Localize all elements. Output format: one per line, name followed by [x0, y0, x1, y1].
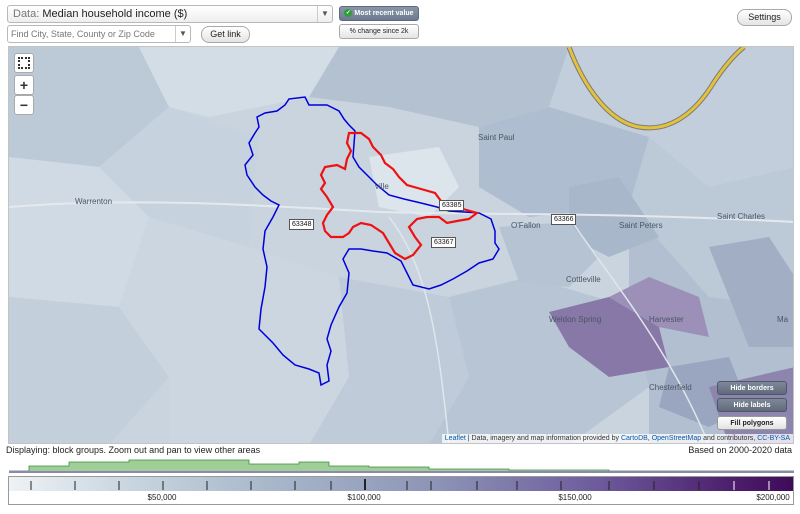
place-label: Ma: [777, 315, 789, 324]
chevron-down-icon[interactable]: ▼: [175, 26, 190, 42]
place-label: ville: [375, 182, 389, 191]
cartodb-link[interactable]: CartoDB: [621, 435, 648, 442]
hide-labels-button[interactable]: Hide labels: [717, 398, 787, 412]
place-label: Chesterfield: [649, 383, 692, 392]
zoom-in-button[interactable]: +: [14, 75, 34, 95]
legend-ticks: [30, 479, 770, 490]
color-legend[interactable]: $50,000 $100,000 $150,000 $200,000: [8, 476, 794, 505]
place-label: Saint Charles: [717, 212, 766, 221]
place-label: Weldon Spring: [549, 315, 602, 324]
legend-label: $50,000: [147, 493, 177, 502]
license-link[interactable]: CC-BY-SA: [757, 435, 790, 442]
leaflet-link[interactable]: Leaflet: [445, 435, 466, 442]
legend-label: $150,000: [558, 493, 592, 502]
data-prefix: Data:: [13, 8, 40, 20]
most-recent-value-button[interactable]: ✓ Most recent value: [339, 6, 419, 21]
place-label: O'Fallon: [511, 221, 541, 230]
value-histogram: [9, 459, 794, 473]
fullscreen-button[interactable]: [14, 53, 34, 73]
hide-borders-button[interactable]: Hide borders: [717, 381, 787, 395]
zip-label-63367: 63367: [431, 237, 457, 248]
data-select-value: Data: Median household income ($): [13, 8, 187, 20]
zoom-out-button[interactable]: −: [14, 95, 34, 115]
get-link-button[interactable]: Get link: [201, 26, 250, 43]
most-recent-label: Most recent value: [354, 10, 414, 17]
place-label: Warrenton: [75, 197, 113, 206]
data-select[interactable]: Data: Median household income ($) ▼: [7, 5, 333, 23]
location-search-field[interactable]: ▼: [7, 25, 191, 43]
location-search-input[interactable]: [11, 27, 171, 41]
place-label: Cottleville: [566, 275, 601, 284]
settings-button[interactable]: Settings: [737, 9, 792, 26]
checkmark-icon: ✓: [344, 9, 353, 18]
place-label: Saint Peters: [619, 221, 663, 230]
place-label: Saint Paul: [478, 133, 515, 142]
chevron-down-icon[interactable]: ▼: [317, 6, 332, 22]
attribution-text: | Data, imagery and map information prov…: [467, 435, 619, 442]
place-label: Harvester: [649, 315, 684, 324]
top-toolbar: Data: Median household income ($) ▼ ▼ Ge…: [0, 0, 800, 46]
map-attribution: Leaflet | Data, imagery and map informat…: [441, 434, 793, 443]
attribution-text: ,: [647, 435, 650, 442]
data-value: Median household income ($): [42, 8, 188, 20]
fill-polygons-button[interactable]: Fill polygons: [717, 416, 787, 430]
map-view[interactable]: + − Saint Paul Warrenton O'Fallon Saint …: [8, 46, 794, 444]
pct-change-button[interactable]: % change since 2k: [339, 24, 419, 39]
openstreetmap-link[interactable]: OpenStreetMap: [652, 435, 701, 442]
legend-label: $100,000: [347, 493, 381, 502]
legend-label: $200,000: [756, 493, 790, 502]
zip-label-63385: 63385: [439, 200, 465, 211]
fullscreen-icon: [18, 57, 30, 69]
attribution-text: and contributors,: [703, 435, 756, 442]
zip-label-63348: 63348: [289, 219, 315, 230]
zip-label-63366: 63366: [551, 214, 577, 225]
